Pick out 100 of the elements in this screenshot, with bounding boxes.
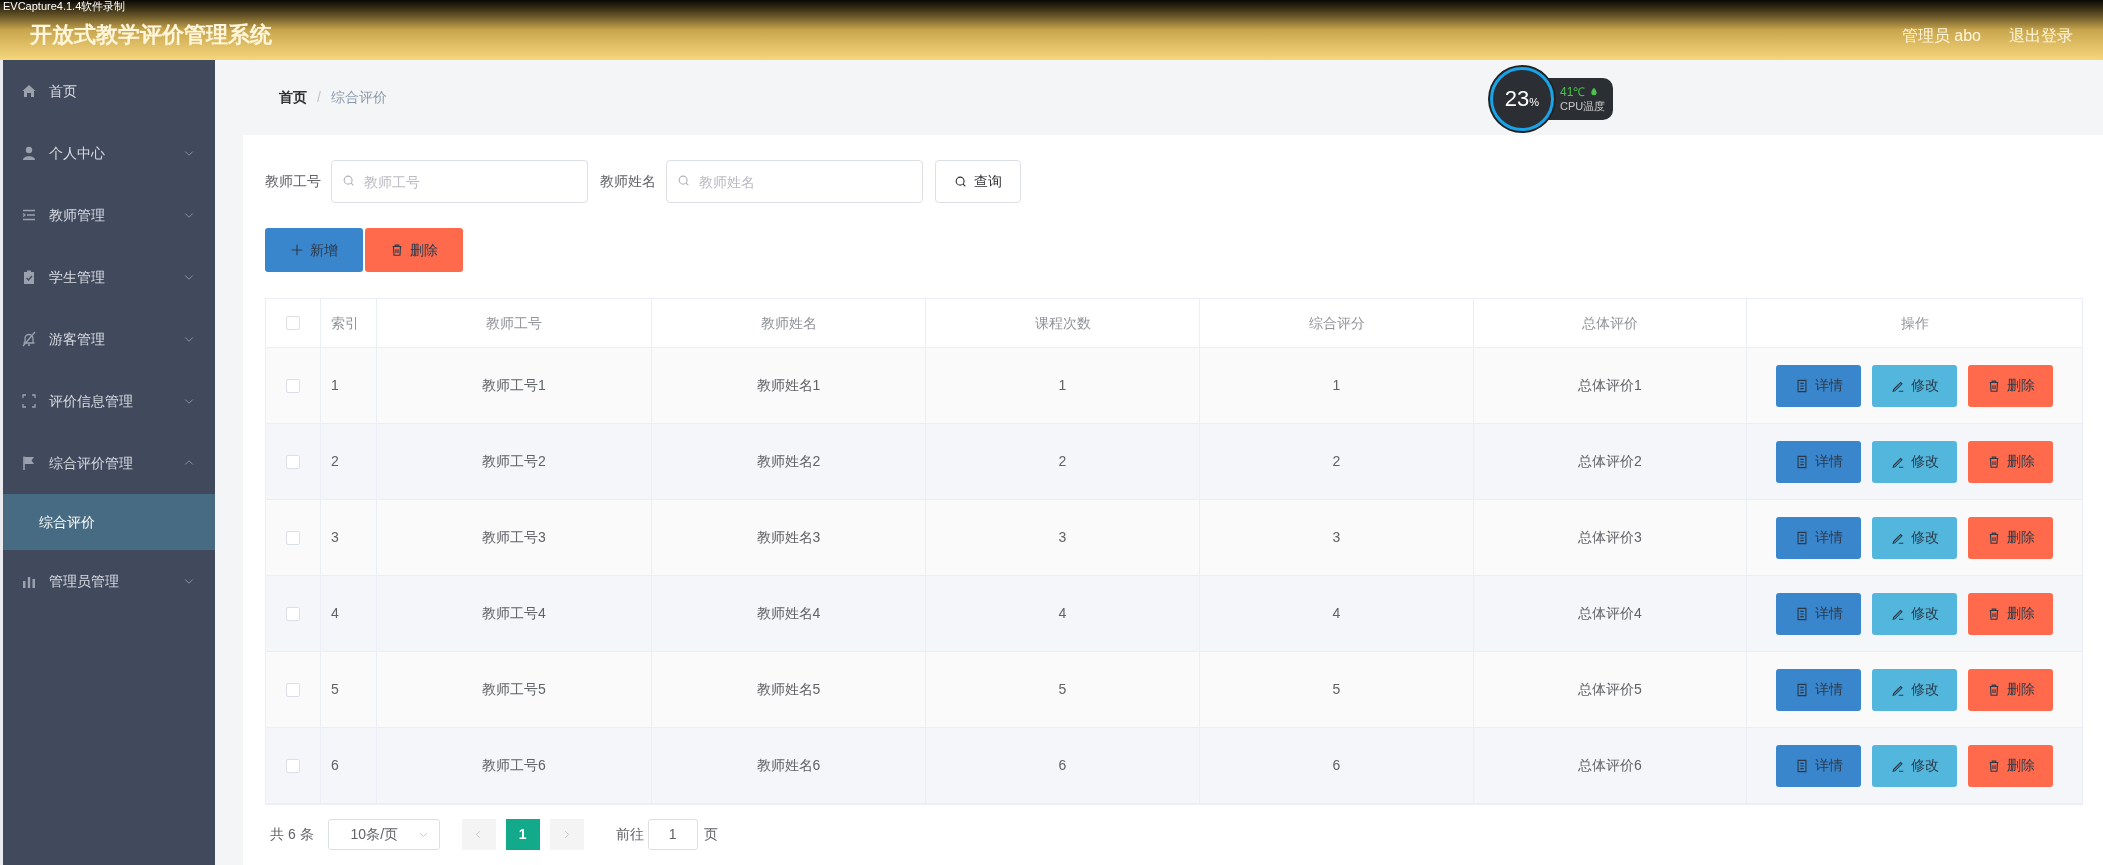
table-cell-text: 总体评价5: [1578, 680, 1642, 699]
checkbox[interactable]: [286, 758, 300, 773]
sidebar-item[interactable]: 管理员管理: [3, 550, 215, 612]
table-cell-text: 教师姓名4: [756, 604, 821, 623]
breadcrumb-separator: /: [317, 88, 321, 107]
table-cell-text: 教师姓名1: [756, 376, 821, 395]
column-header: 操作: [1900, 313, 1929, 333]
delete-button[interactable]: 删除: [1968, 592, 2053, 635]
table-cell-text: 6: [1332, 756, 1341, 775]
cpu-usage-gauge: 23%: [1490, 67, 1554, 131]
column-header: 教师姓名: [760, 313, 817, 333]
table-cell-text: 1: [331, 376, 339, 395]
scan-frame-icon: [21, 393, 37, 409]
detail-button[interactable]: 详情: [1776, 516, 1861, 559]
table-cell-text: 教师工号1: [482, 376, 546, 395]
checkbox[interactable]: [286, 682, 300, 697]
edit-button[interactable]: 修改: [1872, 668, 1957, 711]
detail-button[interactable]: 详情: [1776, 364, 1861, 407]
delete-button[interactable]: 删除: [1968, 668, 2053, 711]
edit-button[interactable]: 修改: [1872, 440, 1957, 483]
query-button[interactable]: 查询: [935, 160, 1021, 203]
clipboard-icon: [21, 269, 37, 285]
document-icon: [1794, 682, 1809, 697]
home-icon: [21, 83, 37, 99]
sidebar-item[interactable]: 教师管理: [3, 184, 215, 246]
checkbox[interactable]: [286, 316, 300, 330]
page-size-select[interactable]: 10条/页: [327, 818, 440, 850]
table-cell-text: 1: [1058, 376, 1067, 395]
table-cell-text: 5: [1058, 680, 1067, 699]
table-cell-text: 教师工号2: [482, 452, 546, 471]
table-cell-text: 3: [331, 528, 339, 547]
search-field[interactable]: 教师工号: [331, 160, 588, 203]
page-input[interactable]: 1: [647, 818, 698, 850]
sidebar-subitem[interactable]: 综合评价: [3, 494, 215, 550]
table-cell-text: 6: [1058, 756, 1067, 775]
table-cell-text: 2: [1058, 452, 1067, 471]
table-cell-text: 2: [331, 452, 339, 471]
detail-button[interactable]: 详情: [1776, 440, 1861, 483]
column-header: 总体评价: [1582, 313, 1638, 333]
sidebar-item[interactable]: 游客管理: [3, 308, 215, 370]
sidebar-item[interactable]: 综合评价管理: [3, 432, 215, 494]
checkbox[interactable]: [286, 378, 300, 393]
delete-button[interactable]: 删除: [1968, 516, 2053, 559]
detail-button[interactable]: 详情: [1776, 592, 1861, 635]
app-title: 开放式教学评价管理系统: [30, 22, 272, 48]
edit-button[interactable]: 修改: [1872, 592, 1957, 635]
sidebar-item[interactable]: 个人中心: [3, 122, 215, 184]
table-cell-text: 总体评价6: [1578, 756, 1642, 775]
next-page-button[interactable]: [549, 818, 584, 850]
sidebar-item[interactable]: 评价信息管理: [3, 370, 215, 432]
table-cell-text: 教师工号6: [482, 756, 546, 775]
table-cell-text: 3: [1058, 528, 1067, 547]
temperature-label: CPU温度: [1560, 99, 1606, 113]
table-cell-text: 教师工号3: [482, 528, 546, 547]
delete-button[interactable]: 删除: [1968, 364, 2053, 407]
column-header: 综合评分: [1308, 313, 1365, 333]
document-icon: [1794, 454, 1809, 469]
checkbox[interactable]: [286, 606, 300, 621]
detail-button[interactable]: 详情: [1776, 744, 1861, 787]
document-icon: [1794, 378, 1809, 393]
document-icon: [1794, 758, 1809, 773]
table-cell-text: 总体评价2: [1578, 452, 1642, 471]
table-cell-text: 教师姓名6: [756, 756, 821, 775]
table-cell-text: 总体评价1: [1578, 376, 1642, 395]
table-cell-text: 6: [331, 756, 339, 775]
breadcrumb-link[interactable]: 首页: [279, 87, 307, 108]
temperature-reading: 41℃: [1560, 85, 1586, 99]
sidebar-item[interactable]: 学生管理: [3, 246, 215, 308]
user-icon: [21, 145, 37, 161]
detail-button[interactable]: 详情: [1776, 668, 1861, 711]
field-label: 教师姓名: [600, 172, 656, 191]
user-name: 管理员 abo: [1901, 26, 1981, 46]
checkbox[interactable]: [286, 454, 300, 469]
checkbox[interactable]: [286, 530, 300, 545]
table-cell-text: 4: [1058, 604, 1067, 623]
search-field[interactable]: 教师姓名: [666, 160, 923, 203]
sidebar-item[interactable]: 首页: [3, 60, 215, 122]
delete-button[interactable]: 删除: [1968, 744, 2053, 787]
delete-button[interactable]: 删除: [365, 228, 463, 272]
flag-icon: [21, 455, 37, 471]
table-cell-text: 教师姓名3: [756, 528, 821, 547]
column-header: 教师工号: [486, 313, 542, 333]
add-button[interactable]: 新增: [265, 228, 363, 272]
table-cell-text: 教师姓名5: [756, 680, 821, 699]
edit-button[interactable]: 修改: [1872, 516, 1957, 559]
edit-button[interactable]: 修改: [1872, 744, 1957, 787]
edit-button[interactable]: 修改: [1872, 364, 1957, 407]
table-cell-text: 4: [1332, 604, 1341, 623]
page-button[interactable]: 1: [505, 818, 540, 850]
table-cell-text: 4: [331, 604, 339, 623]
breadcrumb-link[interactable]: 综合评价: [330, 87, 387, 108]
recorder-label: EVCapture4.1.4软件录制: [3, 0, 126, 12]
table-cell-text: 3: [1332, 528, 1341, 547]
previous-page-button[interactable]: [461, 818, 496, 850]
column-header: 课程次数: [1034, 313, 1091, 333]
table-cell-text: 1: [1332, 376, 1341, 395]
table-cell-text: 5: [331, 680, 339, 699]
search-icon: [954, 174, 968, 189]
delete-button[interactable]: 删除: [1968, 440, 2053, 483]
search-icon: [342, 174, 356, 188]
